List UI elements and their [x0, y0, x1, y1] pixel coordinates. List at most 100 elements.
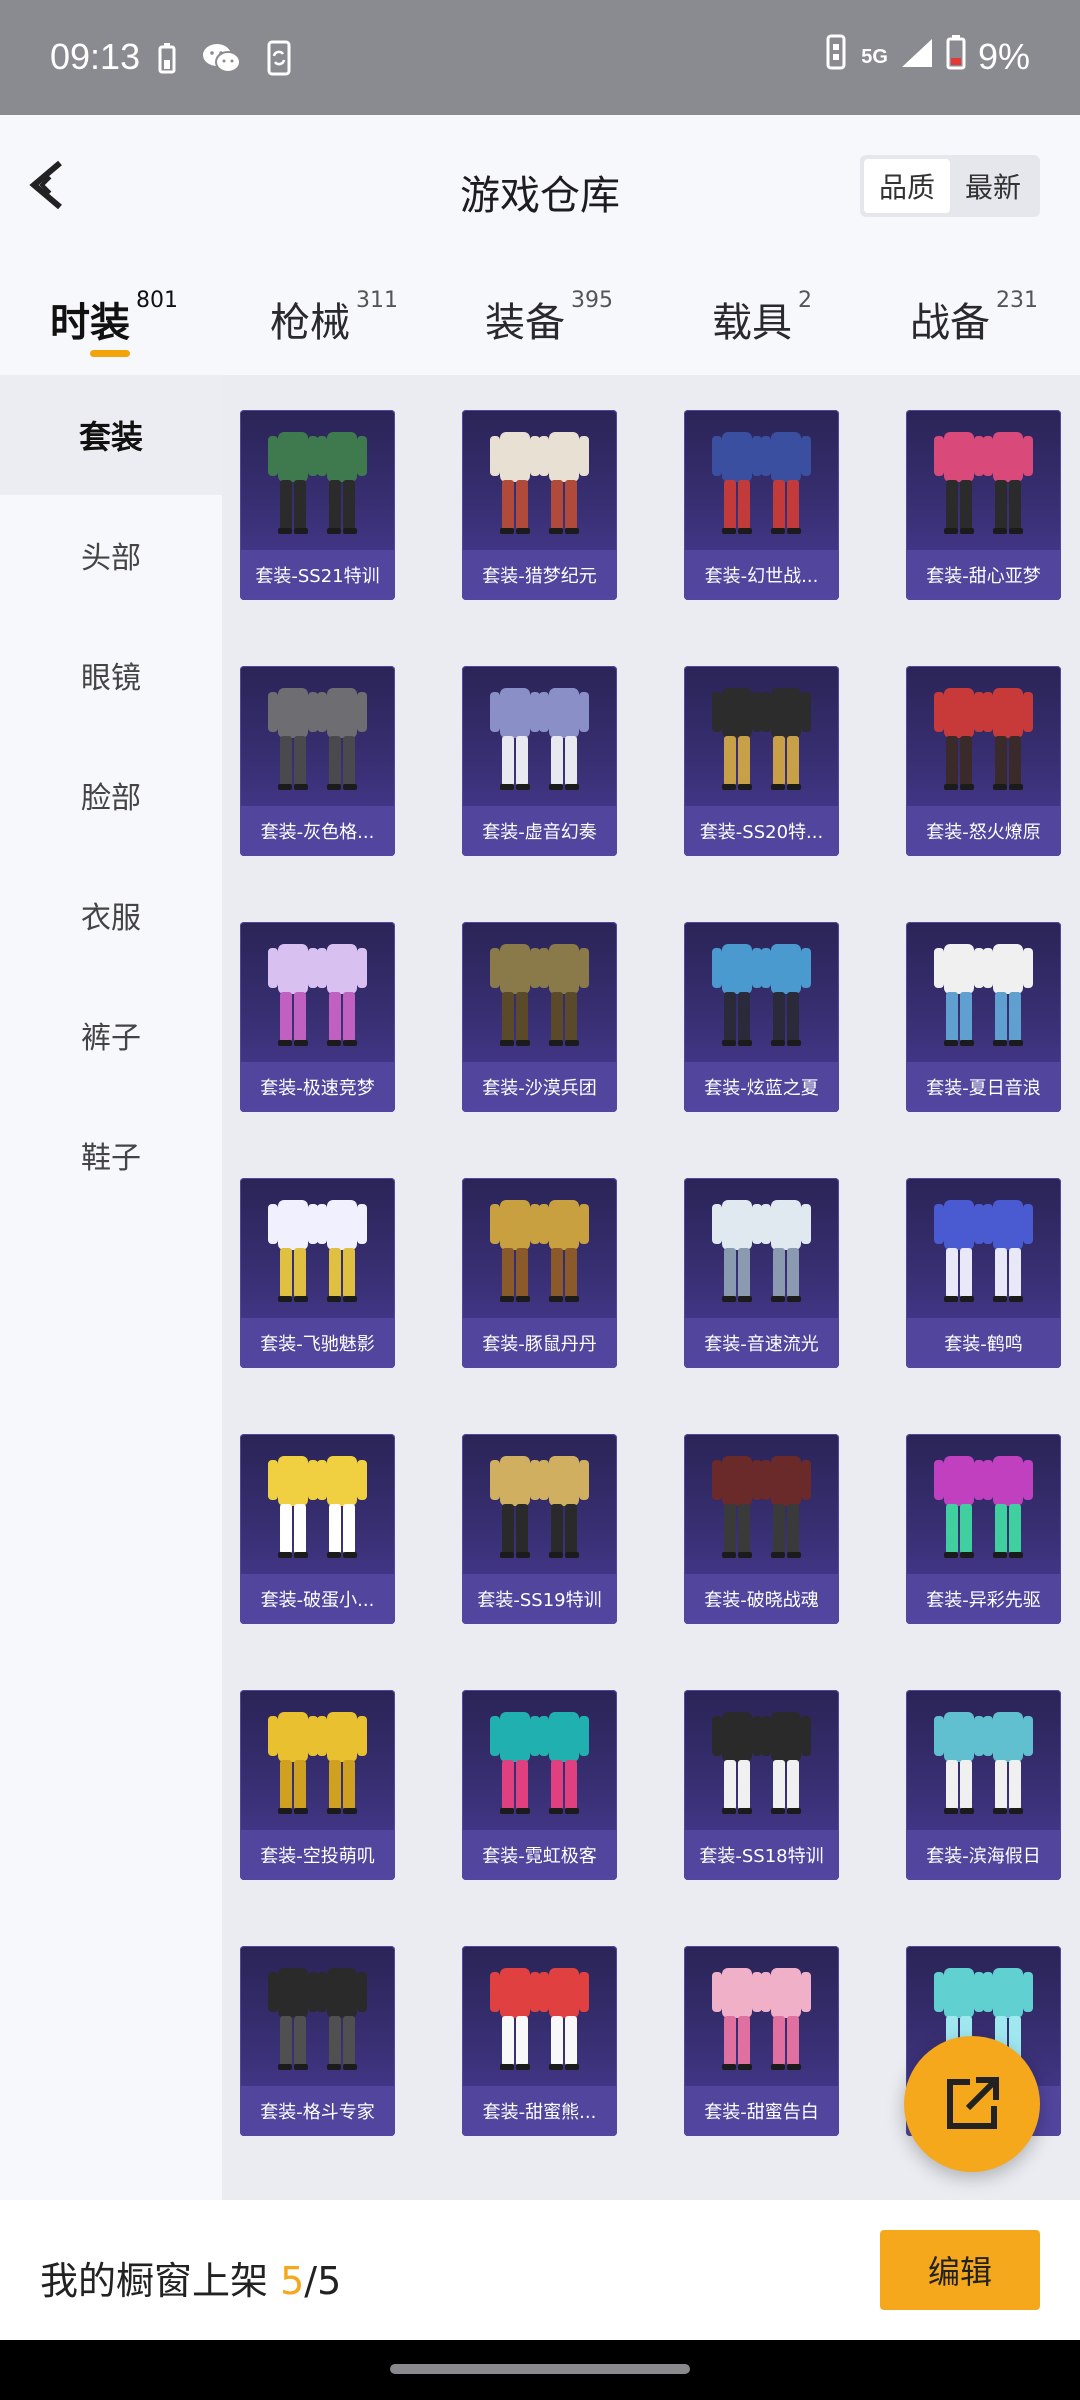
sort-toggle: 品质 最新: [860, 155, 1040, 217]
share-external-icon: [947, 2077, 999, 2129]
share-button[interactable]: [904, 2036, 1040, 2172]
outfit-name: 套装-怒火燎原: [906, 806, 1061, 856]
outfit-card[interactable]: 套装-空投萌叽: [240, 1690, 395, 1880]
tab-vehicles[interactable]: 载具 2: [712, 288, 812, 360]
outfit-card[interactable]: 套装-异彩先驱: [906, 1434, 1061, 1624]
outfit-card[interactable]: 套装-猎梦纪元: [462, 410, 617, 600]
outfit-name: 套装-炫蓝之夏: [684, 1062, 839, 1112]
tab-count: 2: [798, 288, 812, 313]
outfit-name: 套装-猎梦纪元: [462, 550, 617, 600]
sidebar-item-head[interactable]: 头部: [0, 495, 222, 615]
outfit-image: [268, 944, 367, 1046]
outfit-card[interactable]: 套装-破蛋小...: [240, 1434, 395, 1624]
outfit-image: [934, 688, 1033, 790]
outfit-name: 套装-幻世战...: [684, 550, 839, 600]
outfit-name: 套装-豚鼠丹丹: [462, 1318, 617, 1368]
tab-label: 载具: [712, 300, 792, 346]
header: 游戏仓库 品质 最新: [0, 115, 1080, 260]
bottom-bar: 我的橱窗上架 5/5 编辑: [0, 2200, 1080, 2340]
outfit-card[interactable]: 套装-SS19特训: [462, 1434, 617, 1624]
home-gesture-handle[interactable]: [390, 2364, 690, 2374]
tab-count: 395: [571, 288, 613, 313]
item-grid: 套装-SS21特训 套装-猎梦纪元 套装-幻世战... 套装-甜心亚梦套装-灰色格..…: [222, 375, 1080, 2200]
sidebar-item-pants[interactable]: 裤子: [0, 975, 222, 1095]
outfit-name: 套装-空投萌叽: [240, 1830, 395, 1880]
outfit-card[interactable]: 套装-SS21特训: [240, 410, 395, 600]
outfit-image: [268, 1968, 367, 2070]
outfit-card[interactable]: 套装-鹤鸣: [906, 1178, 1061, 1368]
outfit-name: 套装-SS19特训: [462, 1574, 617, 1624]
tab-equipment[interactable]: 装备 395: [485, 288, 613, 360]
showcase-current: 5: [280, 2259, 305, 2303]
sidebar-item-clothes[interactable]: 衣服: [0, 855, 222, 975]
outfit-name: 套装-霓虹极客: [462, 1830, 617, 1880]
tab-count: 801: [136, 288, 178, 313]
sidebar-item-shoes[interactable]: 鞋子: [0, 1095, 222, 1215]
status-time: 09:13: [50, 36, 141, 77]
outfit-card[interactable]: 套装-SS18特训: [684, 1690, 839, 1880]
sort-latest-button[interactable]: 最新: [950, 159, 1036, 213]
outfit-image: [712, 1456, 811, 1558]
subcategory-sidebar: 套装 头部 眼镜 脸部 衣服 裤子 鞋子: [0, 375, 222, 2200]
outfit-card[interactable]: 套装-甜蜜熊...: [462, 1946, 617, 2136]
edit-button[interactable]: 编辑: [880, 2230, 1040, 2310]
outfit-image: [712, 1712, 811, 1814]
outfit-card[interactable]: 套装-霓虹极客: [462, 1690, 617, 1880]
outfit-image: [934, 432, 1033, 534]
outfit-card[interactable]: 套装-沙漠兵团: [462, 922, 617, 1112]
tab-count: 231: [996, 288, 1038, 313]
wechat-icon: [200, 40, 244, 76]
outfit-name: 套装-甜蜜告白: [684, 2086, 839, 2136]
outfit-name: 套装-夏日音浪: [906, 1062, 1061, 1112]
outfit-card[interactable]: 套装-破晓战魂: [684, 1434, 839, 1624]
outfit-card[interactable]: 套装-幻世战...: [684, 410, 839, 600]
signal-icon: [900, 36, 934, 78]
sidebar-item-glasses[interactable]: 眼镜: [0, 615, 222, 735]
tab-guns[interactable]: 枪械 311: [270, 288, 398, 360]
outfit-card[interactable]: 套装-格斗专家: [240, 1946, 395, 2136]
outfit-image: [490, 1456, 589, 1558]
outfit-card[interactable]: 套装-音速流光: [684, 1178, 839, 1368]
outfit-name: 套装-灰色格...: [240, 806, 395, 856]
outfit-image: [490, 432, 589, 534]
sidebar-item-sets[interactable]: 套装: [0, 375, 222, 495]
tab-label: 战备: [910, 300, 990, 346]
outfit-name: 套装-SS18特训: [684, 1830, 839, 1880]
tab-label: 时装: [50, 300, 130, 346]
sidebar-item-face[interactable]: 脸部: [0, 735, 222, 855]
outfit-card[interactable]: 套装-夏日音浪: [906, 922, 1061, 1112]
outfit-image: [934, 1712, 1033, 1814]
outfit-name: 套装-SS21特训: [240, 550, 395, 600]
outfit-name: 套装-异彩先驱: [906, 1574, 1061, 1624]
battery-percent: 9%: [977, 35, 1030, 77]
outfit-card[interactable]: 套装-豚鼠丹丹: [462, 1178, 617, 1368]
outfit-image: [490, 944, 589, 1046]
outfit-card[interactable]: 套装-怒火燎原: [906, 666, 1061, 856]
showcase-label: 我的橱窗上架: [40, 2259, 281, 2303]
outfit-card[interactable]: 套装-虚音幻奏: [462, 666, 617, 856]
outfit-name: 套装-格斗专家: [240, 2086, 395, 2136]
showcase-status: 我的橱窗上架 5/5: [40, 2250, 341, 2305]
outfit-card[interactable]: 套装-飞驰魅影: [240, 1178, 395, 1368]
outfit-card[interactable]: 套装-滨海假日: [906, 1690, 1061, 1880]
tab-battle-gear[interactable]: 战备 231: [910, 288, 1038, 360]
status-bar: 09:13 5G 9%: [0, 0, 1080, 115]
outfit-image: [268, 432, 367, 534]
outfit-image: [934, 1200, 1033, 1302]
outfit-image: [712, 688, 811, 790]
outfit-image: [268, 1456, 367, 1558]
outfit-image: [490, 1200, 589, 1302]
outfit-card[interactable]: 套装-灰色格...: [240, 666, 395, 856]
tab-label: 枪械: [270, 300, 350, 346]
outfit-card[interactable]: 套装-极速竞梦: [240, 922, 395, 1112]
sort-quality-button[interactable]: 品质: [864, 159, 950, 213]
outfit-image: [934, 1456, 1033, 1558]
outfit-name: 套装-滨海假日: [906, 1830, 1061, 1880]
outfit-image: [268, 688, 367, 790]
outfit-card[interactable]: 套装-炫蓝之夏: [684, 922, 839, 1112]
outfit-card[interactable]: 套装-甜蜜告白: [684, 1946, 839, 2136]
outfit-name: 套装-极速竞梦: [240, 1062, 395, 1112]
outfit-card[interactable]: 套装-甜心亚梦: [906, 410, 1061, 600]
outfit-image: [490, 1968, 589, 2070]
outfit-card[interactable]: 套装-SS20特...: [684, 666, 839, 856]
